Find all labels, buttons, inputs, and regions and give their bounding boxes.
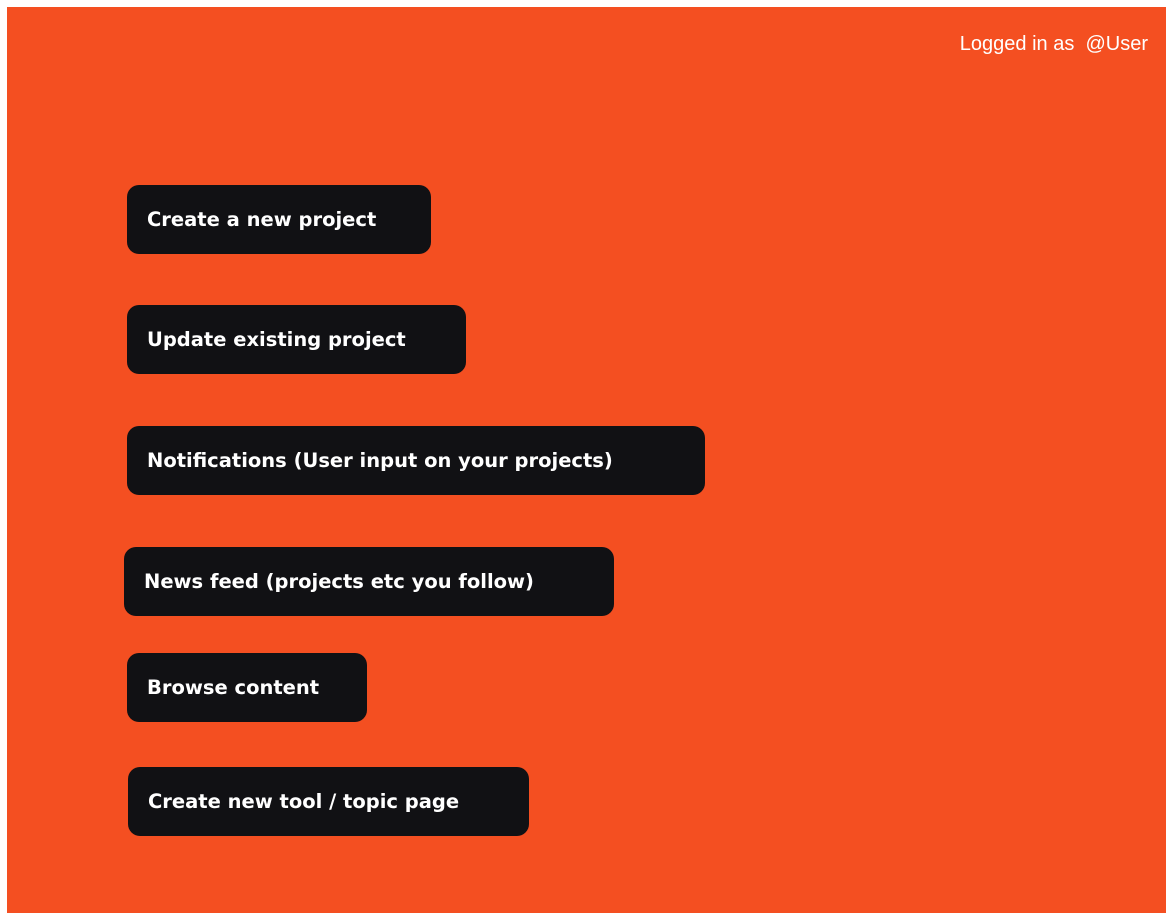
update-project-button[interactable]: Update existing project	[127, 305, 466, 374]
login-status: Logged in as @User	[960, 33, 1148, 56]
notifications-button[interactable]: Notifications (User input on your projec…	[127, 426, 705, 495]
create-tool-topic-button[interactable]: Create new tool / topic page	[128, 767, 529, 836]
news-feed-button[interactable]: News feed (projects etc you follow)	[124, 547, 614, 616]
login-prefix: Logged in as	[959, 33, 1075, 55]
browse-content-button[interactable]: Browse content	[127, 653, 367, 722]
main-page: Logged in as @User Create a new project …	[7, 7, 1166, 913]
create-project-button[interactable]: Create a new project	[127, 185, 431, 254]
username: @User	[1085, 33, 1148, 55]
